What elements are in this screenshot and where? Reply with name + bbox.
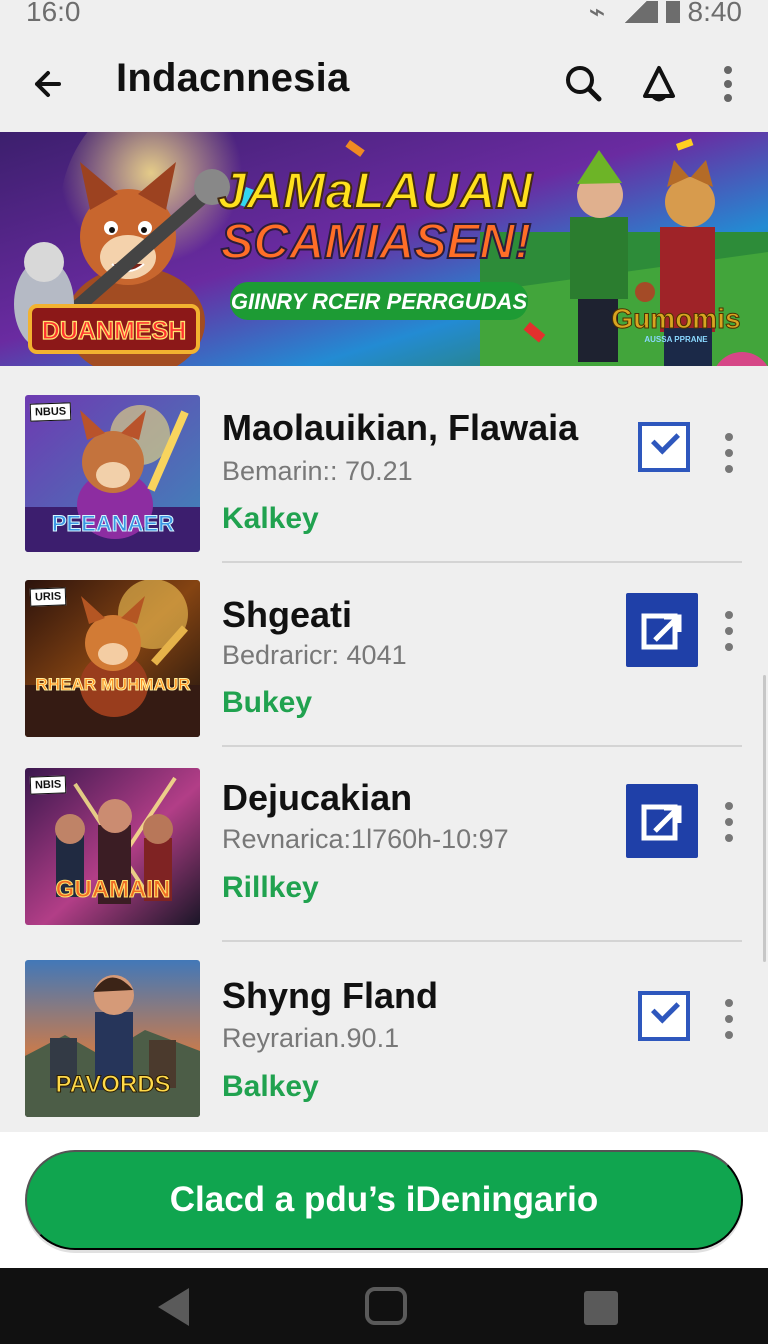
share-icon [641,613,682,650]
banner-left-badge-text: DUANMESH [42,317,186,345]
game-meta: Bedraricr: 4041 [222,640,407,670]
bell-icon[interactable] [635,60,683,108]
game-status: Rillkey [222,871,319,904]
banner-headline-1: JAMaLAUAN [218,162,534,219]
thumbnail-tag: URIS [29,587,67,607]
item-divider [222,561,742,563]
banner-left-badge: DUANMESH [28,304,200,354]
game-title: Dejucakian [222,777,413,818]
status-icons: ⌁ 8:40 [588,0,743,27]
thumbnail-tag: NBIS [29,775,67,795]
game-thumbnail[interactable]: PEEANAER NBUS [25,395,200,552]
game-title: Shyng Fland [222,975,438,1016]
item-divider [222,940,742,942]
list-item[interactable]: PAVORDS Shyng Fland Reyrarian.90.1 Balke… [0,960,768,1146]
game-list: PEEANAER NBUS Maolauikian, Flawaia Bemar… [0,366,768,1132]
nav-home-icon[interactable] [365,1287,407,1325]
banner-right-logo: Gumomis [611,303,740,334]
primary-action-button[interactable]: Clacd a pdu’s iDeningario [25,1150,743,1250]
game-status: Kalkey [222,502,319,535]
more-vert-icon[interactable] [720,798,738,846]
app-bar: Indacnnesia [0,40,768,132]
bottom-action-area: Clacd a pdu’s iDeningario [0,1132,768,1268]
selection-checkbox[interactable] [638,991,690,1041]
signal-icon [613,1,658,23]
share-button[interactable] [626,593,698,667]
promo-banner[interactable]: DUANMESH JAMaLAUAN SCAMIASEN! GIINRY RCE… [0,132,768,366]
game-meta: Reyrarian.90.1 [222,1023,400,1053]
banner-right-logo-sub: AUSSA PPRANE [644,335,708,344]
status-time: 16:0 [26,0,81,27]
more-vert-icon[interactable] [720,429,738,477]
share-button[interactable] [626,784,698,858]
page-title: Indacnnesia [116,56,350,100]
nav-recent-apps-icon[interactable] [584,1291,618,1325]
item-divider [222,745,742,747]
battery-icon [665,1,680,23]
banner-headline-2: SCAMIASEN! [221,215,531,269]
banner-subtitle: GIINRY RCEIR PERRGUDAS [231,289,528,314]
selection-checkbox[interactable] [638,422,690,472]
more-vert-icon[interactable] [720,995,738,1043]
banner-artwork: DUANMESH JAMaLAUAN SCAMIASEN! GIINRY RCE… [0,132,768,366]
back-arrow-icon[interactable] [28,62,72,106]
game-art-title: GUAMAIN [56,876,171,903]
search-icon[interactable] [560,60,608,108]
more-vert-icon[interactable] [704,60,752,108]
game-thumbnail[interactable]: GUAMAIN NBIS [25,768,200,925]
more-vert-icon[interactable] [720,607,738,655]
system-navigation-bar [0,1268,768,1344]
game-title: Shgeati [222,594,353,635]
share-icon [641,804,682,841]
wifi-icon: ⌁ [588,0,606,27]
game-meta: Bemarin:: 70.21 [222,456,413,486]
game-status: Bukey [222,686,313,719]
game-thumbnail[interactable]: RHEAR MUHMAUR URIS [25,580,200,737]
scrollbar[interactable] [763,675,766,962]
thumbnail-tag: NBUS [29,402,72,422]
status-bar: 16:0 ⌁ 8:40 [0,0,768,40]
list-item[interactable]: GUAMAIN NBIS Dejucakian Revnarica:1l760h… [0,766,768,952]
game-status: Balkey [222,1070,319,1103]
nav-back-icon[interactable] [158,1288,189,1326]
list-item[interactable]: PEEANAER NBUS Maolauikian, Flawaia Bemar… [0,391,768,577]
game-art-title: RHEAR MUHMAUR [36,675,191,694]
game-art-title: PEEANAER [52,511,174,536]
game-title: Maolauikian, Flawaia [222,407,579,448]
game-meta: Revnarica:1l760h-10:97 [222,824,509,854]
game-art-title: PAVORDS [55,1071,170,1098]
list-item[interactable]: RHEAR MUHMAUR URIS Shgeati Bedraricr: 40… [0,577,768,763]
game-thumbnail[interactable]: PAVORDS [25,960,200,1117]
status-right-text: 8:40 [687,0,743,27]
